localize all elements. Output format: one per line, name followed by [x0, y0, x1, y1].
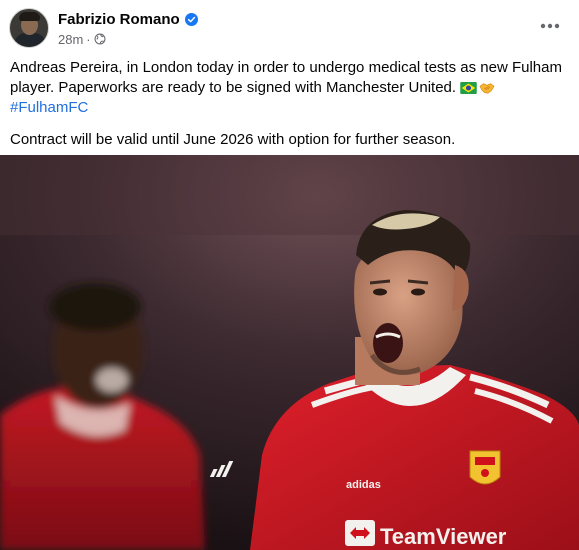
kit-brand-text: adidas [346, 479, 381, 491]
author-line: Fabrizio Romano [58, 9, 198, 29]
sponsor-text: TeamViewer [380, 524, 507, 549]
club-crest [469, 450, 501, 485]
post-timestamp[interactable]: 28m [58, 32, 83, 47]
avatar-hair-shape [19, 12, 40, 21]
stadium-haze [0, 155, 579, 235]
globe-icon[interactable] [94, 33, 106, 45]
meta-separator: · [86, 31, 91, 47]
handshake-icon [479, 83, 495, 94]
sponsor-logo: TeamViewer [345, 520, 507, 549]
more-options-icon [540, 23, 560, 29]
post-paragraph-2: Contract will be valid until June 2026 w… [10, 131, 456, 148]
post-photo[interactable]: adidas TeamViewer [0, 155, 579, 550]
post-paragraph-1: Andreas Pereira, in London today in orde… [10, 58, 565, 118]
hashtag-link[interactable]: #FulhamFC [10, 99, 88, 116]
photo-scene: adidas TeamViewer [0, 155, 579, 550]
verified-badge-icon [184, 12, 198, 26]
post-meta: 28m · [58, 31, 106, 47]
post-header: Fabrizio Romano 28m · [0, 0, 579, 56]
author-avatar[interactable] [9, 8, 49, 48]
avatar-body-shape [14, 33, 46, 47]
post-text: Andreas Pereira, in London today in orde… [10, 58, 565, 150]
brazil-flag-icon [460, 82, 477, 94]
more-options-button[interactable] [535, 12, 565, 40]
author-name[interactable]: Fabrizio Romano [58, 11, 180, 28]
